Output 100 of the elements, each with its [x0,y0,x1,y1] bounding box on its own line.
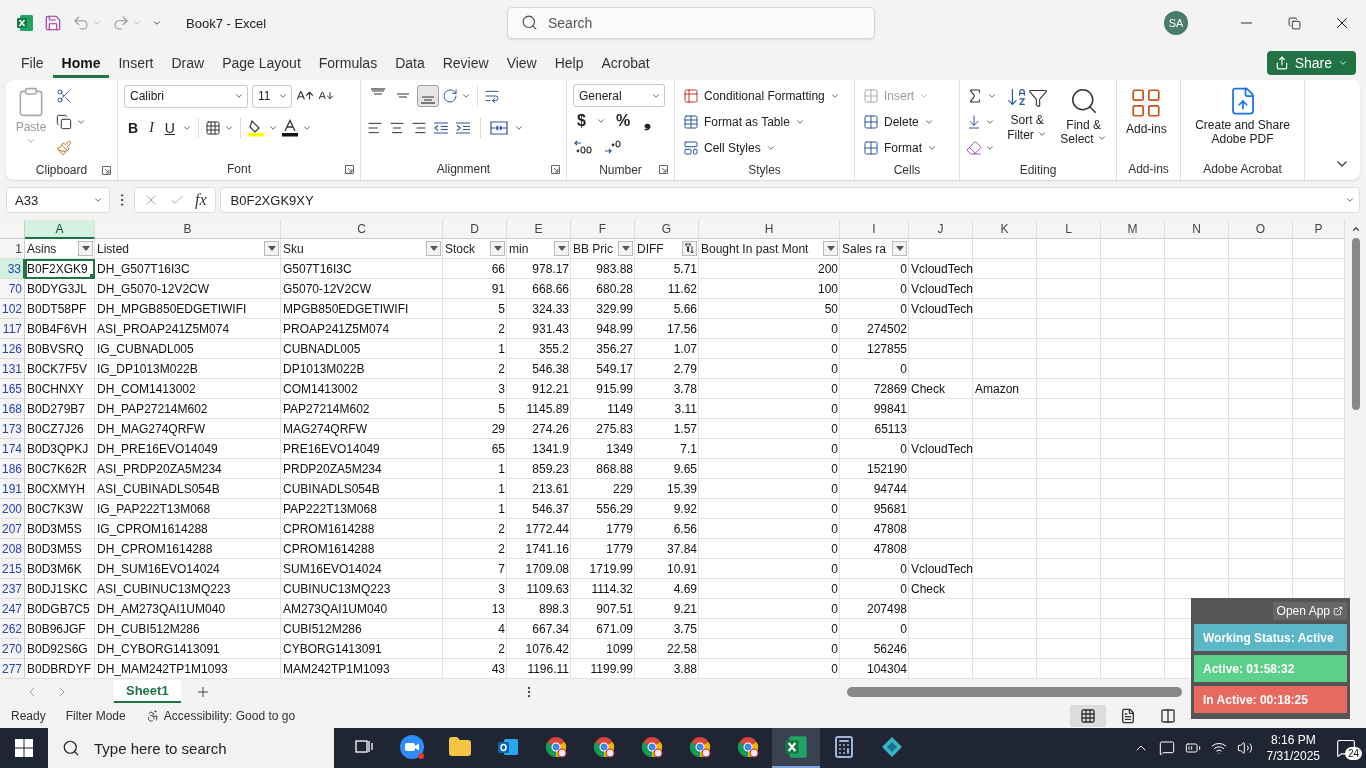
scrollbar-thumb[interactable] [1351,238,1360,410]
search-field[interactable]: Search [507,7,875,39]
column-header[interactable]: K [973,220,1037,239]
menu-tab[interactable]: Formulas [309,48,387,78]
sheet-tab[interactable]: Sheet1 [114,680,181,703]
row-number[interactable]: 131 [0,359,25,379]
currency-button[interactable]: $ [573,112,590,130]
caret-icon[interactable] [514,123,524,133]
formula-field[interactable]: B0F2XGK9XY [219,187,1360,213]
menu-tab[interactable]: View [497,48,546,78]
row-number[interactable]: 1 [0,239,25,259]
menu-tab[interactable]: Data [386,48,434,78]
caret-icon[interactable] [829,91,840,101]
row-number[interactable]: 200 [0,499,25,519]
menu-tab[interactable]: Help [545,48,593,78]
menu-tab[interactable]: Review [433,48,498,78]
scroll-up-icon[interactable] [1350,224,1361,234]
column-header[interactable]: G [635,220,699,239]
column-header[interactable]: L [1037,220,1101,239]
caret-icon[interactable] [461,91,471,101]
row-number[interactable]: 186 [0,459,25,479]
column-header[interactable]: I [840,220,909,239]
column-header[interactable]: N [1165,220,1229,239]
percent-button[interactable]: % [611,112,635,130]
row-number[interactable]: 247 [0,599,25,619]
column-header[interactable]: B [95,220,281,239]
filter-button[interactable] [264,241,279,256]
caret-icon[interactable] [181,123,192,133]
font-name-field[interactable]: Calibri [124,84,248,108]
align-right-icon[interactable] [411,120,427,136]
caret-icon[interactable] [923,117,934,127]
open-app-button[interactable]: Open App [1272,602,1347,620]
browser-icon[interactable] [640,735,664,759]
caret-icon[interactable] [927,143,937,153]
caret-icon[interactable] [985,117,995,127]
decrease-decimal-icon[interactable] [603,139,623,155]
row-number[interactable]: 168 [0,399,25,419]
name-box[interactable]: A33 [6,187,110,213]
italic-button[interactable]: I [145,120,158,136]
caret-icon[interactable] [794,117,805,127]
caret-icon[interactable] [1338,58,1348,68]
browser-icon[interactable] [736,735,760,759]
row-number[interactable]: 277 [0,659,25,679]
row-number[interactable]: 33 [0,259,25,279]
column-header[interactable]: H [699,220,840,239]
row-number[interactable]: 165 [0,379,25,399]
row-number[interactable]: 208 [0,539,25,559]
align-center-icon[interactable] [389,120,405,136]
row-number[interactable]: 270 [0,639,25,659]
decrease-indent-icon[interactable] [433,120,449,136]
filter-button[interactable] [554,241,569,256]
row-number[interactable]: 215 [0,559,25,579]
merge-cells-icon[interactable] [490,120,508,136]
dialog-launcher-icon[interactable] [102,165,111,175]
folder-icon[interactable] [448,735,472,759]
column-header[interactable]: C [281,220,443,239]
menu-tab[interactable]: File [12,48,53,78]
filter-button[interactable] [490,241,505,256]
volume-icon[interactable] [1236,740,1253,756]
save-icon[interactable] [44,14,62,32]
column-header[interactable]: A [25,220,95,239]
network-icon[interactable] [1210,740,1227,756]
eraser-icon[interactable] [966,140,982,156]
menu-tab[interactable]: Acrobat [592,48,659,78]
caret-icon[interactable] [1345,195,1355,205]
delete-cells-button[interactable]: Delete [861,110,939,134]
increase-decimal-icon[interactable] [573,139,593,155]
menu-tab[interactable]: Page Layout [213,48,310,78]
menu-tab[interactable]: Draw [162,48,214,78]
copy-icon[interactable] [56,114,72,130]
create-pdf-button[interactable]: Create and Share Adobe PDF [1187,84,1298,149]
filter-button[interactable] [892,241,907,256]
find-select-button[interactable]: Find & Select [1057,84,1110,149]
cell-styles-button[interactable]: Cell Styles [681,136,842,160]
comma-style-button[interactable]: ❟ [640,110,656,132]
browser-icon[interactable] [592,735,616,759]
taskbar-search-field[interactable]: Type here to search [48,728,334,768]
font-size-field[interactable]: 11 [252,84,292,108]
column-header[interactable]: D [443,220,507,239]
column-header[interactable]: M [1101,220,1165,239]
wrap-text-icon[interactable] [484,88,500,104]
format-as-table-button[interactable]: Format as Table [681,110,842,134]
clock-date[interactable]: 7/31/2025 [1266,748,1320,764]
user-avatar[interactable]: SA [1164,11,1188,35]
cut-icon[interactable] [56,88,72,104]
diamond-app-icon[interactable] [880,735,904,759]
dialog-launcher-icon[interactable] [551,164,560,174]
accessibility-status[interactable]: Accessibility: Good to go [163,709,296,723]
share-button[interactable]: Share [1266,51,1356,75]
font-color-icon[interactable] [280,119,299,137]
column-header[interactable]: E [507,220,571,239]
row-number[interactable]: 70 [0,279,25,299]
dialog-launcher-icon[interactable] [345,164,354,174]
caret-icon[interactable] [234,91,244,101]
row-number[interactable]: 262 [0,619,25,639]
horizontal-scrollbar[interactable] [847,686,1182,697]
caret-icon[interactable] [93,195,103,205]
filter-button[interactable] [823,241,838,256]
format-cells-button[interactable]: Format [861,136,939,160]
column-header[interactable]: F [571,220,635,239]
